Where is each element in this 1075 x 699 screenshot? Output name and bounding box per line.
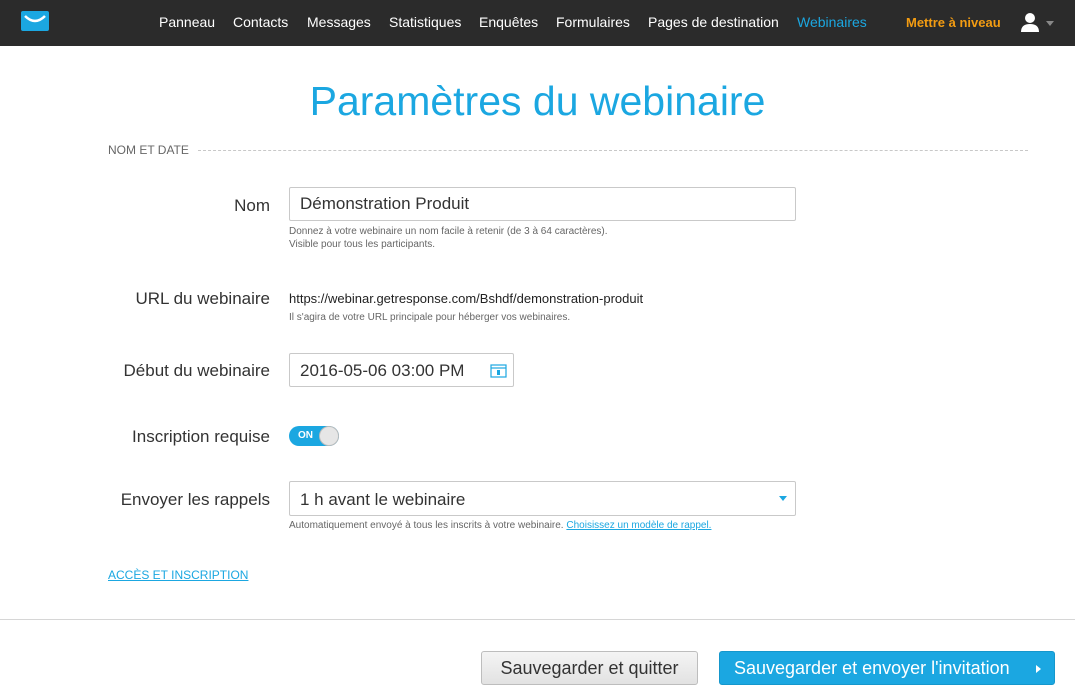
webinar-url: https://webinar.getresponse.com/Bshdf/de… — [289, 291, 644, 306]
calendar-icon[interactable] — [490, 363, 507, 378]
access-registration-link[interactable]: ACCÈS ET INSCRIPTION — [108, 568, 248, 582]
caret-down-icon — [779, 496, 787, 501]
name-help-line2: Visible pour tous les participants. — [289, 239, 436, 250]
upgrade-link[interactable]: Mettre à niveau — [906, 15, 1001, 30]
save-and-send-button[interactable]: Sauvegarder et envoyer l'invitation — [719, 651, 1055, 685]
name-help: Donnez à votre webinaire un nom facile à… — [289, 225, 608, 251]
page-title: Paramètres du webinaire — [309, 78, 766, 124]
reminders-selected-value: 1 h avant le webinaire — [300, 490, 466, 509]
chevron-down-icon — [1046, 21, 1054, 26]
name-label: Nom — [234, 196, 270, 215]
registration-toggle[interactable]: ON — [289, 426, 339, 446]
name-help-line1: Donnez à votre webinaire un nom facile à… — [289, 226, 608, 237]
reminders-help: Automatiquement envoyé à tous les inscri… — [289, 519, 711, 532]
user-icon[interactable] — [1020, 12, 1060, 34]
top-navigation-bar: Panneau Contacts Messages Statistiques E… — [0, 0, 1075, 46]
reminders-help-text: Automatiquement envoyé à tous les inscri… — [289, 520, 564, 531]
nav-item-messages[interactable]: Messages — [307, 14, 371, 30]
nav-item-enquetes[interactable]: Enquêtes — [479, 14, 538, 30]
save-and-send-label: Sauvegarder et envoyer l'invitation — [734, 657, 1010, 678]
envelope-logo-icon[interactable] — [21, 11, 49, 31]
url-label: URL du webinaire — [135, 289, 271, 308]
reminders-label: Envoyer les rappels — [120, 490, 270, 509]
registration-label: Inscription requise — [132, 427, 270, 446]
toggle-state-text: ON — [298, 430, 313, 441]
section-label: NOM ET DATE — [108, 143, 197, 157]
url-help: Il s'agira de votre URL principale pour … — [289, 312, 571, 323]
save-and-quit-button[interactable]: Sauvegarder et quitter — [481, 651, 698, 685]
start-label: Début du webinaire — [123, 361, 270, 380]
name-input[interactable] — [289, 187, 796, 221]
footer-divider — [0, 619, 1075, 620]
nav-item-contacts[interactable]: Contacts — [233, 14, 288, 30]
nav-item-statistiques[interactable]: Statistiques — [389, 14, 461, 30]
reminder-template-link[interactable]: Choisissez un modèle de rappel. — [566, 520, 711, 531]
section-divider — [198, 150, 1028, 151]
section-header-name-date: NOM ET DATE — [108, 143, 1028, 157]
start-date-value: 2016-05-06 03:00 PM — [300, 361, 465, 380]
nav-item-formulaires[interactable]: Formulaires — [556, 14, 630, 30]
nav-item-webinaires[interactable]: Webinaires — [797, 14, 867, 30]
nav-item-panneau[interactable]: Panneau — [159, 14, 215, 30]
nav-item-pages-de-destination[interactable]: Pages de destination — [648, 14, 779, 30]
start-date-input[interactable]: 2016-05-06 03:00 PM — [289, 353, 514, 387]
reminders-select[interactable]: 1 h avant le webinaire — [289, 481, 796, 516]
arrow-right-icon — [1036, 665, 1041, 673]
toggle-knob — [319, 426, 339, 446]
